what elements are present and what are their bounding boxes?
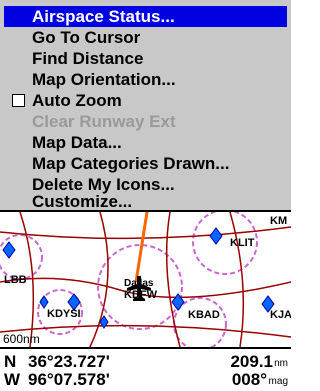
menu-item-find-distance[interactable]: Find Distance <box>4 48 287 69</box>
lbb-label: LBB <box>4 274 27 286</box>
menu-item-airspace-status[interactable]: Airspace Status... <box>4 6 287 27</box>
route-line <box>134 212 149 283</box>
km-label: KM <box>270 215 287 227</box>
gps-display: Airspace Status... Go To Cursor Find Dis… <box>0 0 291 391</box>
auto-zoom-label: Auto Zoom <box>32 91 122 110</box>
latitude-hemisphere: N <box>4 352 17 371</box>
kdys-label: KDYSI <box>47 308 81 320</box>
map-popup-menu: Airspace Status... Go To Cursor Find Dis… <box>0 0 291 212</box>
longitude-hemisphere: W <box>4 370 21 389</box>
position-status-bar: N 36°23.727' 209.1 nm W 96°07.578' 008° … <box>0 347 291 391</box>
kbad-label: KBAD <box>188 309 220 321</box>
menu-item-map-orientation[interactable]: Map Orientation... <box>4 69 287 90</box>
dallas-label: Dallas <box>124 278 154 289</box>
menu-item-auto-zoom[interactable]: Auto Zoom <box>4 90 287 111</box>
menu-item-clear-runway-ext: Clear Runway Ext <box>32 112 176 131</box>
menu-item-map-categories-drawn[interactable]: Map Categories Drawn... <box>4 153 287 174</box>
airspace-ring-west <box>0 234 43 280</box>
kdfw-label: KDFW <box>124 289 158 301</box>
menu-item-customize[interactable]: Customize... <box>4 195 287 209</box>
menu-item-go-to-cursor[interactable]: Go To Cursor <box>4 27 287 48</box>
airport-lbb-icon[interactable] <box>2 241 16 259</box>
airport-icon[interactable] <box>39 295 49 309</box>
longitude-value: 96°07.578' <box>28 370 110 389</box>
menu-item-map-data[interactable]: Map Data... <box>4 132 287 153</box>
menu-item-delete-my-icons[interactable]: Delete My Icons... <box>4 174 287 195</box>
distance-value: 209.1 <box>230 352 273 371</box>
klit-label: KLIT <box>230 237 255 249</box>
airport-kbad-icon[interactable] <box>171 293 185 311</box>
airport-klit-icon[interactable] <box>209 227 223 245</box>
map-scale-label: 600nm <box>3 332 40 346</box>
bearing-value: 008° <box>231 370 267 389</box>
latitude-value: 36°23.727' <box>28 352 110 371</box>
map-view[interactable]: KLIT KM LBB Dallas KDFW KDYSI KBAD KJA 6… <box>0 212 291 347</box>
bearing-unit: mag <box>268 376 288 387</box>
map-canvas[interactable]: KLIT KM LBB Dallas KDFW KDYSI KBAD KJA 6… <box>0 212 291 347</box>
distance-unit: nm <box>274 358 288 369</box>
kja-label: KJA <box>270 309 291 321</box>
auto-zoom-checkbox[interactable] <box>12 94 25 107</box>
